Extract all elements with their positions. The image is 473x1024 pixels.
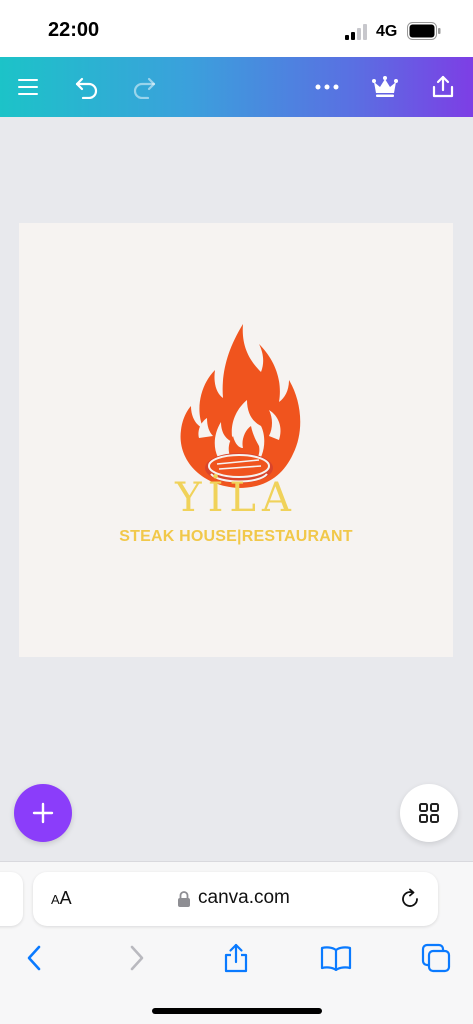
network-label: 4G	[376, 23, 398, 40]
previous-tab-preview[interactable]	[0, 872, 23, 926]
share-icon	[224, 943, 248, 973]
more-icon	[315, 84, 339, 90]
home-indicator	[152, 1008, 322, 1014]
editor-toolbar	[0, 57, 473, 117]
menu-button[interactable]	[10, 69, 46, 105]
design-canvas[interactable]: YİLA STEAK HOUSE|RESTAURANT	[19, 223, 453, 657]
battery-icon	[407, 22, 441, 40]
forward-button[interactable]	[119, 940, 155, 976]
reload-icon[interactable]	[399, 888, 421, 910]
address-bar[interactable]: AA canva.com	[33, 872, 438, 926]
url-text[interactable]: canva.com	[198, 887, 290, 909]
add-element-button[interactable]	[14, 784, 72, 842]
tabs-button[interactable]	[418, 940, 454, 976]
share-icon	[432, 75, 454, 98]
grid-icon	[419, 803, 439, 823]
redo-icon	[133, 77, 156, 99]
screen: 22:00 4G YİLA STEAK HOUSE|RESTAURANT AA …	[0, 0, 473, 1024]
back-icon	[27, 945, 41, 971]
premium-button[interactable]	[367, 69, 403, 105]
text-size-button[interactable]: AA	[51, 888, 72, 909]
brand-name[interactable]: YİLA	[19, 475, 453, 521]
bookmarks-icon	[320, 946, 352, 971]
tabs-icon	[421, 943, 451, 973]
status-time: 22:00	[48, 19, 100, 41]
text-size-small-label: A	[51, 892, 60, 907]
brand-tagline[interactable]: STEAK HOUSE|RESTAURANT	[19, 528, 453, 546]
plus-icon	[32, 802, 54, 824]
browser-share-button[interactable]	[218, 940, 254, 976]
redo-button[interactable]	[126, 69, 162, 105]
signal-icon	[345, 24, 367, 40]
more-button[interactable]	[309, 69, 345, 105]
pages-grid-button[interactable]	[400, 784, 458, 842]
browser-bottom-bar: AA canva.com	[0, 861, 473, 1024]
crown-icon	[372, 76, 398, 97]
back-button[interactable]	[16, 940, 52, 976]
menu-icon	[18, 79, 38, 95]
undo-icon	[75, 77, 98, 99]
share-button[interactable]	[425, 69, 461, 105]
bookmarks-button[interactable]	[318, 940, 354, 976]
text-size-large-label: A	[59, 888, 72, 908]
lock-icon	[178, 891, 190, 907]
undo-button[interactable]	[69, 69, 105, 105]
forward-icon	[130, 945, 144, 971]
status-bar: 22:00 4G	[0, 0, 473, 57]
